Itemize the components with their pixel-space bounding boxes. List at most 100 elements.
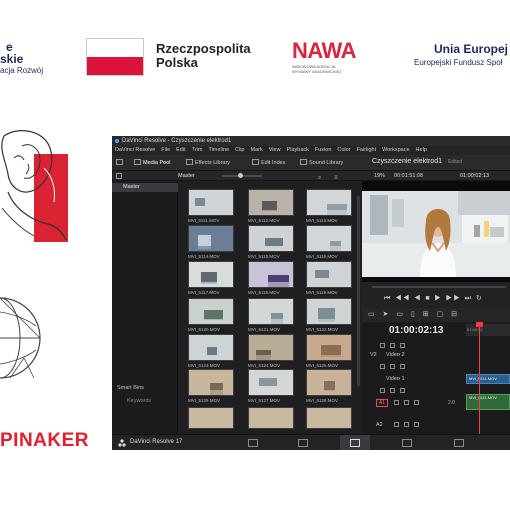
clip-thumbnail — [188, 369, 234, 396]
timeline-video-clip[interactable]: MVI_5111.MOV — [466, 374, 510, 384]
panels-icon[interactable] — [116, 159, 125, 167]
menu-item[interactable]: Timeline — [208, 147, 229, 153]
video-viewer[interactable] — [362, 181, 510, 282]
media-clip[interactable]: MVI_5112.MOV — [248, 189, 294, 225]
media-pool-button[interactable]: Media Pool — [134, 159, 171, 167]
media-clip[interactable]: MVI_5117.MOV — [188, 261, 234, 297]
lock-icon[interactable] — [380, 388, 385, 393]
track-a2: A2 — [362, 419, 466, 431]
sidebar-item-master[interactable]: Master — [112, 183, 178, 192]
resolve-app-icon — [115, 139, 119, 143]
media-clip[interactable]: MVI_5125.MOV — [306, 334, 352, 370]
clip-thumbnail — [248, 189, 294, 216]
clip-thumbnail — [306, 261, 352, 288]
clip-name: MVI_5116.MOV — [306, 254, 338, 259]
menu-item[interactable]: DaVinci Resolve — [115, 147, 155, 153]
davinci-logo-icon — [118, 439, 126, 447]
sound-library-button[interactable]: Sound Library — [300, 159, 343, 167]
media-clip[interactable]: MVI_5122.MOV — [306, 298, 352, 334]
lock-icon[interactable] — [380, 343, 385, 348]
mute-icon[interactable] — [414, 422, 419, 427]
track-a1-label[interactable]: A1 — [376, 399, 388, 407]
menu-item[interactable]: Color — [337, 147, 350, 153]
solo-icon[interactable] — [404, 422, 409, 427]
clip-name: MVI_5114.MOV — [188, 254, 220, 259]
sidebar-toggle-icon[interactable] — [116, 173, 122, 179]
clip-name: MVI_5119.MOV — [306, 290, 338, 295]
media-clip[interactable]: MVI_5119.MOV — [306, 261, 352, 297]
playhead[interactable] — [479, 322, 480, 434]
media-clip[interactable]: MVI_5113.MOV — [306, 189, 352, 225]
clip-name: MVI_5128.MOV — [306, 398, 339, 403]
monitor-icon[interactable] — [400, 388, 405, 393]
clip-name: MVI_5112.MOV — [248, 218, 280, 223]
media-pool-scrollbar[interactable] — [357, 196, 360, 386]
media-clip[interactable]: MVI_5124.MOV — [248, 334, 294, 370]
clip-name: MVI_5125.MOV — [306, 363, 339, 368]
monitor-icon[interactable] — [400, 364, 405, 369]
viewer-zoom[interactable]: 19% — [374, 171, 385, 181]
menu-item[interactable]: Fairlight — [357, 147, 377, 153]
pinaker-logo-text: PINAKER — [0, 430, 90, 451]
toggle-icon[interactable] — [390, 343, 395, 348]
monitor-icon[interactable] — [400, 343, 405, 348]
lock-icon[interactable] — [394, 422, 399, 427]
media-clip[interactable]: MVI_5120.MOV — [188, 298, 234, 334]
menu-item[interactable]: Workspace — [382, 147, 409, 153]
clip-name: MVI_5120.MOV — [188, 327, 221, 332]
edit-index-button[interactable]: Edit Index — [252, 159, 285, 167]
effects-library-label: Effects Library — [195, 160, 231, 166]
media-clip[interactable]: MVI_5123.MOV — [188, 334, 234, 370]
scrubber-bar[interactable] — [372, 286, 506, 288]
effects-icon — [186, 159, 193, 165]
menu-item[interactable]: Edit — [176, 147, 185, 153]
menu-item[interactable]: Trim — [192, 147, 203, 153]
toggle-icon[interactable] — [390, 364, 395, 369]
mute-icon[interactable] — [414, 400, 419, 405]
timeline-audio-clip[interactable]: MVI_5111.MOV — [466, 394, 510, 410]
rp-line2: Polska — [156, 55, 198, 70]
media-clip[interactable]: MVI_5116.MOV — [306, 225, 352, 261]
menu-item[interactable]: Mark — [251, 147, 263, 153]
menu-item[interactable]: Playback — [287, 147, 309, 153]
effects-library-button[interactable]: Effects Library — [186, 159, 230, 167]
record-timecode: 01:00:02:13 — [460, 173, 490, 179]
media-clip[interactable]: MVI_5121.MOV — [248, 298, 294, 334]
viewer-title: Czyszczenie elektrod1 — [372, 158, 443, 165]
track-a1: A1 2.0 — [362, 397, 466, 409]
menu-item[interactable]: Clip — [235, 147, 244, 153]
toggle-icon[interactable] — [390, 388, 395, 393]
timeline-ruler[interactable]: 01:00:02 — [466, 324, 510, 336]
lock-icon[interactable] — [380, 364, 385, 369]
media-clip[interactable]: MVI_5114.MOV — [188, 225, 234, 261]
track-v2-buttons — [362, 361, 466, 373]
solo-icon[interactable] — [404, 400, 409, 405]
funds-logo-line3: acja Rozwój — [0, 66, 44, 75]
eu-line1: Unia Europej — [434, 42, 509, 56]
cut-page-icon[interactable] — [298, 439, 308, 447]
color-page-icon[interactable] — [454, 439, 464, 447]
timeline-toolbar[interactable]: ▭ ➤ ▭ ▯ ⊞ ▢ ⊟ — [362, 308, 510, 322]
media-clip[interactable]: MVI_5115.MOV — [248, 225, 294, 261]
clip-name: MVI_5117.MOV — [188, 290, 220, 295]
menu-item[interactable]: Fusion — [315, 147, 332, 153]
media-clip[interactable]: MVI_5111.MOV — [188, 189, 234, 225]
fusion-page-icon[interactable] — [402, 439, 412, 447]
menu-item[interactable]: File — [161, 147, 170, 153]
viewer-frame — [362, 181, 510, 282]
media-clip[interactable]: MVI_5128.MOV — [306, 369, 352, 405]
media-clip[interactable]: MVI_5118.MOV — [248, 261, 294, 297]
sidebar-item-keywords[interactable]: Keywords — [127, 398, 151, 404]
clip-thumbnail — [306, 225, 352, 252]
media-clip[interactable]: MVI_5127.MOV — [248, 369, 294, 405]
menu-item[interactable]: View — [269, 147, 281, 153]
transport-buttons[interactable]: ⏮ ◀◀ ◀ ■ ▶ ▶▶ ⏭ ↻ — [384, 294, 483, 303]
clip-thumbnail — [248, 334, 294, 361]
track-v1-buttons — [362, 385, 466, 397]
lock-icon[interactable] — [394, 400, 399, 405]
menu-item[interactable]: Help — [416, 147, 427, 153]
transport-controls: ⏮ ◀◀ ◀ ■ ▶ ▶▶ ⏭ ↻ — [362, 282, 510, 308]
slider-knob[interactable] — [238, 173, 243, 178]
media-clip[interactable]: MVI_5126.MOV — [188, 369, 234, 405]
media-page-icon[interactable] — [248, 439, 258, 447]
